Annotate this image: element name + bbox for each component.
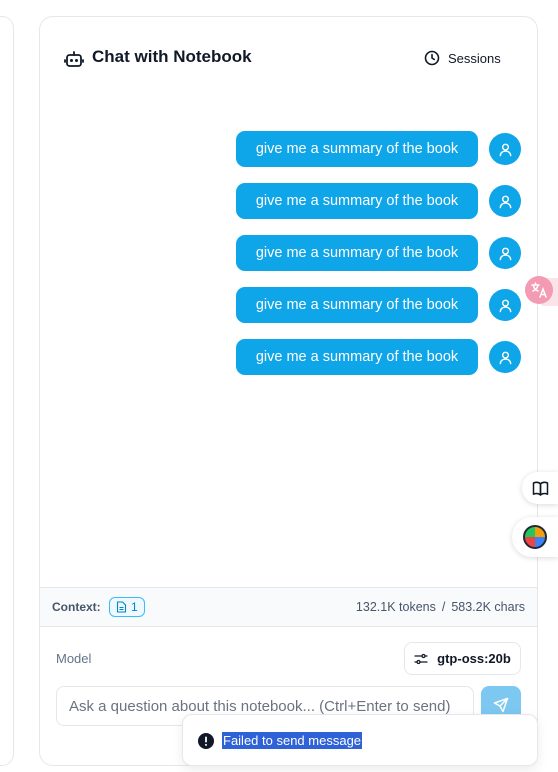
page-title: Chat with Notebook: [92, 47, 252, 66]
token-count: 132.1K tokens: [355, 600, 436, 614]
avatar: [489, 237, 521, 269]
left-panel-edge: [0, 16, 14, 766]
context-stats: 132.1K tokens / 583.2K chars: [356, 600, 525, 614]
avatar: [489, 133, 521, 165]
user-message-bubble: give me a summary of the book: [236, 287, 478, 323]
extension-button[interactable]: [512, 517, 558, 557]
book-icon: [532, 481, 548, 496]
user-icon: [499, 299, 511, 312]
error-toast: Failed to send message: [182, 714, 538, 766]
message-row: give me a summary of the book: [40, 183, 537, 219]
avatar: [489, 185, 521, 217]
user-message-bubble: give me a summary of the book: [236, 235, 478, 271]
toast-message: Failed to send message: [222, 732, 363, 749]
app-root: Chat with Notebook Sessions give me a su…: [0, 0, 558, 772]
model-label: Model: [56, 651, 92, 666]
settings-sliders-icon: [414, 653, 428, 664]
file-icon: [116, 601, 127, 613]
user-icon: [499, 195, 511, 208]
user-icon: [499, 351, 511, 364]
sessions-button[interactable]: Sessions: [424, 47, 501, 69]
avatar: [489, 341, 521, 373]
user-icon: [499, 247, 511, 260]
send-icon: [493, 697, 509, 713]
context-sources-badge[interactable]: 1: [109, 597, 145, 617]
context-bar: Context: 1 132.1K tokens / 583.2K chars: [40, 587, 537, 627]
alert-circle-icon: [198, 733, 214, 749]
char-count: 583.2K chars: [451, 600, 525, 614]
chat-panel: Chat with Notebook Sessions give me a su…: [39, 16, 538, 766]
message-row: give me a summary of the book: [40, 131, 537, 167]
bot-icon: [64, 51, 84, 67]
model-name: gtp-oss:20b: [437, 651, 511, 666]
translate-icon[interactable]: [525, 276, 553, 304]
user-message-bubble: give me a summary of the book: [236, 183, 478, 219]
sessions-label: Sessions: [448, 50, 501, 66]
avatar: [489, 289, 521, 321]
message-row: give me a summary of the book: [40, 339, 537, 375]
user-icon: [499, 143, 511, 156]
message-row: give me a summary of the book: [40, 287, 537, 323]
user-message-bubble: give me a summary of the book: [236, 131, 478, 167]
chat-header: Chat with Notebook Sessions: [40, 17, 537, 99]
message-row: give me a summary of the book: [40, 235, 537, 271]
globe-icon: [523, 525, 547, 549]
reader-book-button[interactable]: [522, 472, 558, 504]
clock-icon: [424, 50, 440, 66]
stats-separator: /: [441, 600, 446, 614]
context-label: Context:: [52, 600, 101, 614]
model-select-button[interactable]: gtp-oss:20b: [404, 642, 521, 675]
user-message-bubble: give me a summary of the book: [236, 339, 478, 375]
context-source-count: 1: [131, 600, 138, 614]
